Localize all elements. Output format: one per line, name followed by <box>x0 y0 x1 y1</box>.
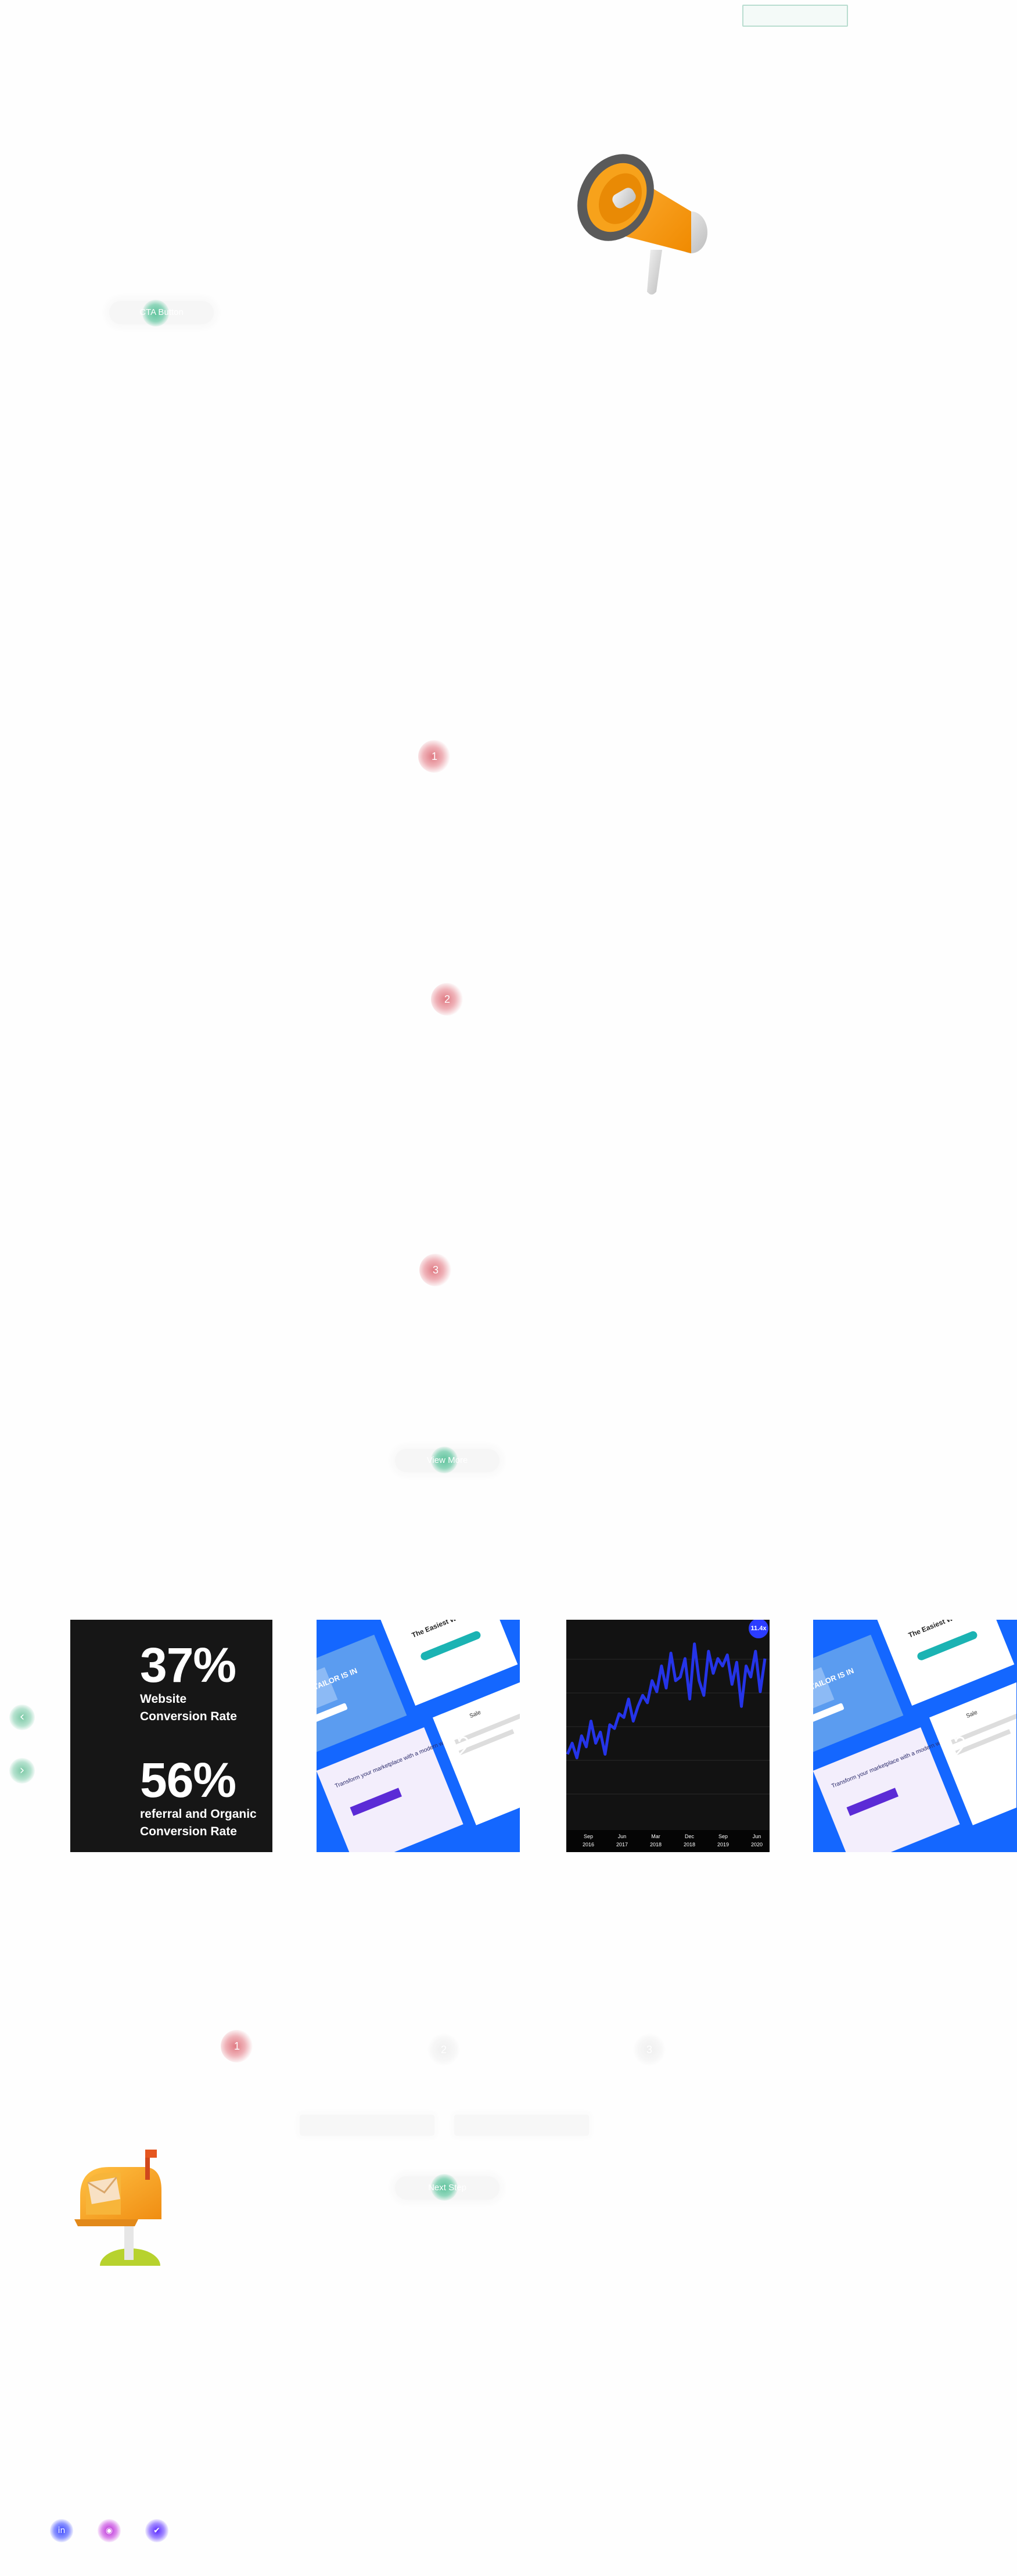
growth-series-line <box>566 1642 767 1760</box>
process-step-2[interactable]: 2 <box>427 2033 460 2066</box>
process-step-1[interactable]: 1 <box>221 2030 253 2062</box>
next-step-label: Next Step <box>428 2183 466 2193</box>
dribbble-glyph: ◉ <box>105 2526 113 2535</box>
form-field-1[interactable] <box>300 2115 434 2136</box>
carousel-prev-button[interactable]: ‹ <box>9 1705 35 1730</box>
x-tick-month: Dec <box>685 1834 695 1839</box>
x-tick-month: Jun <box>618 1834 627 1839</box>
stat-website-label-line1: Website <box>140 1692 187 1706</box>
chevron-right-icon: › <box>19 1763 25 1778</box>
x-tick-year: 2018 <box>684 1842 695 1847</box>
growth-chart: Sep 2016 Jun 2017 Mar 2018 Dec 2018 Sep 2019 Jun 20… <box>566 1642 770 1852</box>
stat-referral-label-line2: Conversion Rate <box>140 1825 237 1838</box>
stat-referral-value: 56% <box>140 1753 236 1807</box>
x-tick-month: Jun <box>753 1834 761 1839</box>
cta-button-text: CTA Button <box>139 307 184 317</box>
stat-referral-label: referral and Organic Conversion Rate <box>140 1806 257 1840</box>
website-collage-image-2: THE TAILOR IS IN The Easiest Wedding Reg… <box>813 1620 1017 1852</box>
website-collage-card[interactable]: THE TAILOR IS IN The Easiest Wedding Reg… <box>317 1620 520 1852</box>
step-number-1: 1 <box>431 751 437 762</box>
step-number-2: 2 <box>444 993 450 1005</box>
x-tick-year: 2016 <box>583 1842 594 1847</box>
behance-glyph: ✔ <box>153 2526 160 2535</box>
header-button[interactable] <box>742 5 848 27</box>
x-tick-year: 2020 <box>751 1842 763 1847</box>
process-step-3[interactable]: 3 <box>633 2033 666 2066</box>
form-field-2[interactable] <box>454 2115 589 2136</box>
chevron-left-icon: ‹ <box>19 1710 25 1724</box>
x-tick-month: Sep <box>584 1834 593 1839</box>
step-marker-3: 3 <box>419 1254 452 1286</box>
dribbble-icon[interactable]: ◉ <box>98 2519 121 2542</box>
stat-website-label-line2: Conversion Rate <box>140 1710 237 1723</box>
mailbox-illustration <box>74 2150 161 2266</box>
growth-chart-card: Sep 2016 Jun 2017 Mar 2018 Dec 2018 Sep 2019 Jun 20… <box>566 1620 770 1852</box>
x-tick-month: Sep <box>718 1834 728 1839</box>
step-marker-2: 2 <box>431 983 463 1016</box>
step-number-3: 3 <box>432 1264 439 1276</box>
stats-card: 37% Website Conversion Rate 56% referral… <box>70 1620 272 1852</box>
view-more-label: View More <box>426 1455 468 1465</box>
carousel-next-button[interactable]: › <box>9 1758 35 1784</box>
x-tick-year: 2019 <box>717 1842 729 1847</box>
step-marker-1: 1 <box>418 740 451 773</box>
stat-referral-label-line1: referral and Organic <box>140 1807 257 1821</box>
stat-website-label: Website Conversion Rate <box>140 1691 237 1725</box>
linkedin-icon[interactable]: in <box>50 2519 73 2542</box>
stat-website-value: 37% <box>140 1638 236 1692</box>
linkedin-glyph: in <box>58 2526 66 2535</box>
megaphone-illustration <box>577 154 707 295</box>
website-collage-card-2[interactable]: THE TAILOR IS IN The Easiest Wedding Reg… <box>813 1620 1017 1852</box>
process-step-number-1: 1 <box>233 2040 240 2052</box>
website-collage-image: THE TAILOR IS IN The Easiest Wedding Reg… <box>317 1620 520 1852</box>
x-tick-month: Mar <box>651 1834 660 1839</box>
x-tick-year: 2017 <box>616 1842 628 1847</box>
x-tick-year: 2018 <box>650 1842 662 1847</box>
behance-icon[interactable]: ✔ <box>145 2519 168 2542</box>
